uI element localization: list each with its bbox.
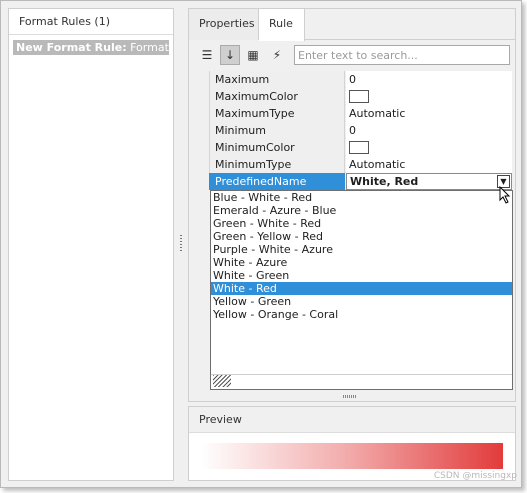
property-value-editor[interactable]: White, Red ▼ <box>346 173 512 190</box>
dropdown-option[interactable]: Emerald - Azure - Blue <box>211 204 512 217</box>
preview-panel: Preview <box>188 406 516 481</box>
property-name: MaximumType <box>209 105 345 122</box>
color-swatch[interactable] <box>349 141 369 154</box>
property-row[interactable]: Minimum 0 <box>209 122 512 139</box>
tab-strip: Properties Rule <box>189 9 515 41</box>
mouse-cursor-icon <box>499 186 511 204</box>
resize-grip-icon[interactable] <box>213 375 231 387</box>
property-value[interactable]: 0 <box>346 122 512 139</box>
predefined-name-dropdown: Blue - White - Red Emerald - Azure - Blu… <box>210 190 513 390</box>
property-pages-icon[interactable]: ▦ <box>243 45 263 65</box>
watermark-text: CSDN @missingxp <box>433 471 517 481</box>
property-row[interactable]: Maximum 0 <box>209 71 512 88</box>
panel-splitter[interactable] <box>180 235 182 251</box>
dropdown-option[interactable]: Purple - White - Azure <box>211 243 512 256</box>
dropdown-option[interactable]: Yellow - Green <box>211 295 512 308</box>
tab-rule[interactable]: Rule <box>259 9 305 41</box>
categorized-view-icon[interactable]: ☰ <box>197 45 217 65</box>
format-rules-panel: Format Rules (1) New Format Rule: Format… <box>8 8 174 481</box>
dropdown-option[interactable]: White - Green <box>211 269 512 282</box>
dropdown-option-highlighted[interactable]: White - Red <box>211 282 512 295</box>
property-value[interactable] <box>346 139 512 156</box>
dropdown-option[interactable]: Blue - White - Red <box>211 191 512 204</box>
format-rule-item[interactable]: New Format Rule: FormatCor <box>13 40 169 55</box>
dropdown-option[interactable]: White - Azure <box>211 256 512 269</box>
property-search-input[interactable]: Enter text to search... <box>294 45 510 65</box>
dropdown-option[interactable]: Green - White - Red <box>211 217 512 230</box>
property-row[interactable]: MinimumType Automatic <box>209 156 512 173</box>
property-row-selected[interactable]: PredefinedName White, Red ▼ <box>209 173 512 190</box>
property-name: Maximum <box>209 71 345 88</box>
property-value-text: White, Red <box>350 175 419 188</box>
tab-properties[interactable]: Properties <box>189 9 259 40</box>
property-name: MaximumColor <box>209 88 345 105</box>
format-rules-dialog: Format Rules (1) New Format Rule: Format… <box>0 0 522 488</box>
color-swatch[interactable] <box>349 90 369 103</box>
grip-dots-icon[interactable] <box>343 395 357 398</box>
dropdown-option[interactable]: Yellow - Orange - Coral <box>211 308 512 321</box>
property-grid-toolbar: ☰ ↓ ▦ ⚡ Enter text to search... <box>189 41 515 69</box>
preview-gradient-bar <box>201 443 503 469</box>
preview-header: Preview <box>189 407 515 433</box>
dropdown-footer-divider <box>211 374 512 375</box>
format-rules-header: Format Rules (1) <box>9 9 173 35</box>
property-grid: Maximum 0 MaximumColor MaximumType Autom… <box>209 71 512 190</box>
property-name: MinimumType <box>209 156 345 173</box>
property-name: PredefinedName <box>209 173 345 190</box>
property-value[interactable]: Automatic <box>346 156 512 173</box>
events-lightning-icon[interactable]: ⚡ <box>267 45 287 65</box>
property-row[interactable]: MaximumType Automatic <box>209 105 512 122</box>
property-name: Minimum <box>209 122 345 139</box>
property-value[interactable]: Automatic <box>346 105 512 122</box>
property-row[interactable]: MinimumColor <box>209 139 512 156</box>
format-rule-item-prefix: New Format Rule: <box>16 41 127 54</box>
property-value[interactable] <box>346 88 512 105</box>
property-name: MinimumColor <box>209 139 345 156</box>
dropdown-option[interactable]: Green - Yellow - Red <box>211 230 512 243</box>
property-row[interactable]: MaximumColor <box>209 88 512 105</box>
alphabetical-sort-icon[interactable]: ↓ <box>220 45 240 65</box>
format-rule-item-name: FormatCor <box>130 41 169 54</box>
property-value[interactable]: 0 <box>346 71 512 88</box>
